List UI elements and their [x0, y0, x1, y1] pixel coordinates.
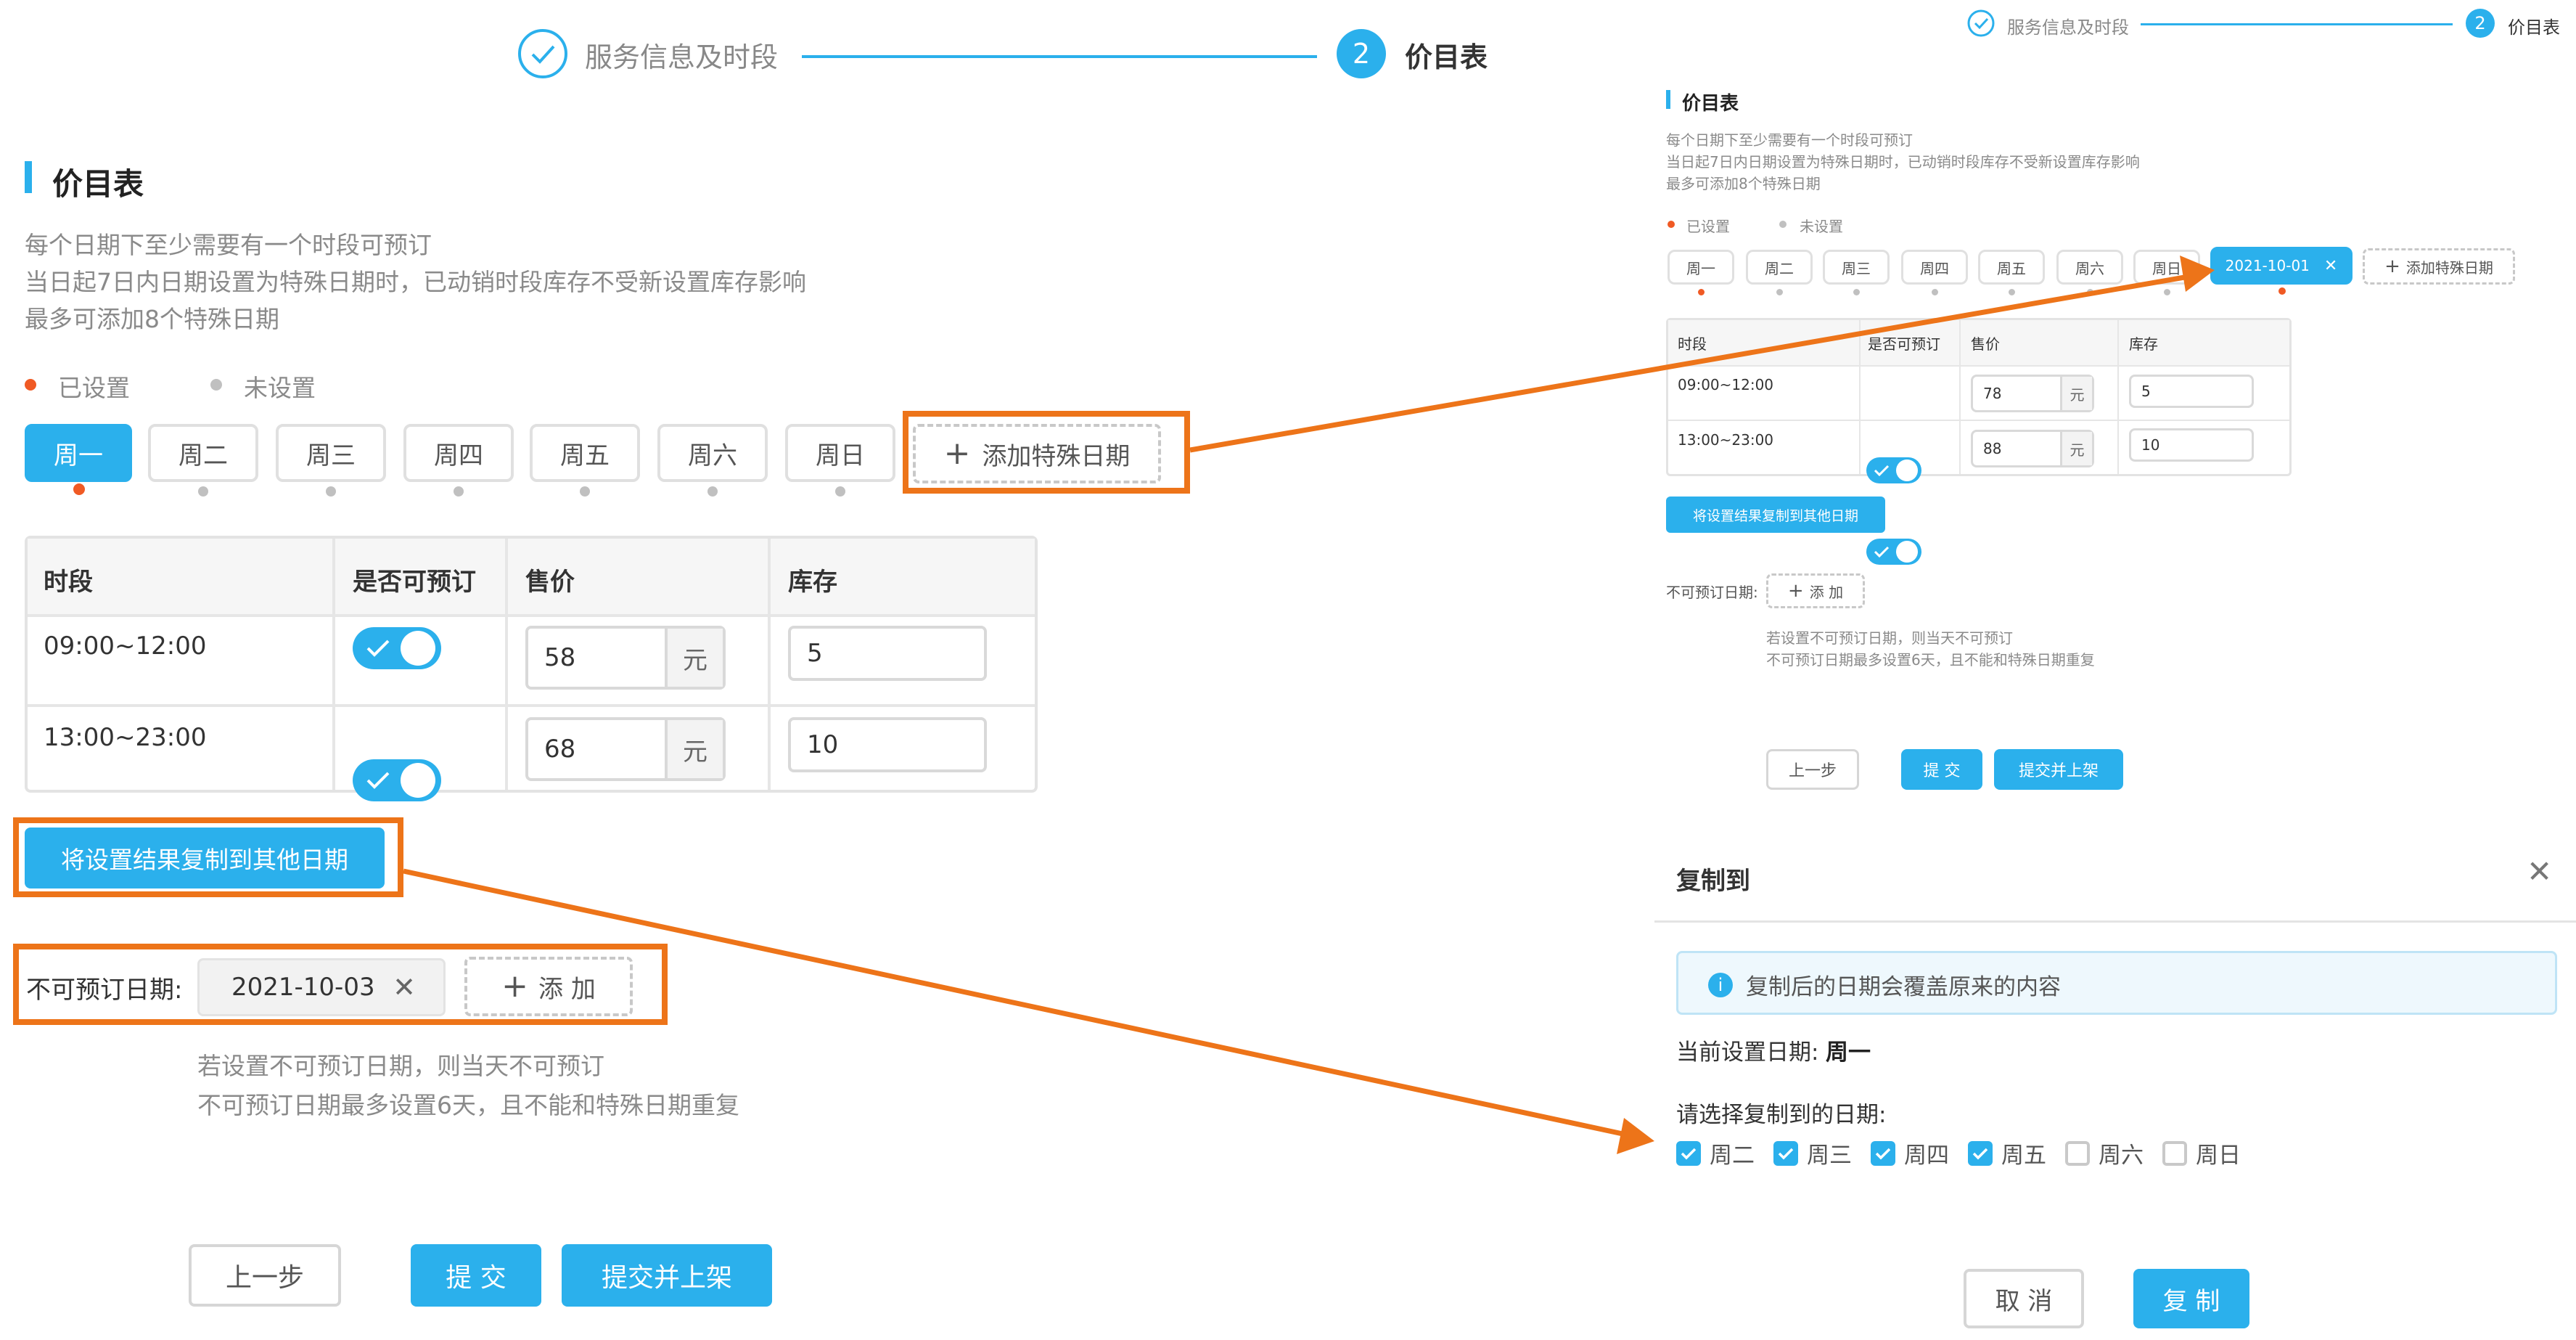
arrowhead — [1617, 1118, 1654, 1154]
arrow-to-copy-dialog — [403, 868, 1633, 1139]
arrowhead — [2180, 256, 2215, 292]
arrow-to-special-date — [1189, 273, 2194, 453]
annotation-arrows — [403, 256, 2215, 1154]
